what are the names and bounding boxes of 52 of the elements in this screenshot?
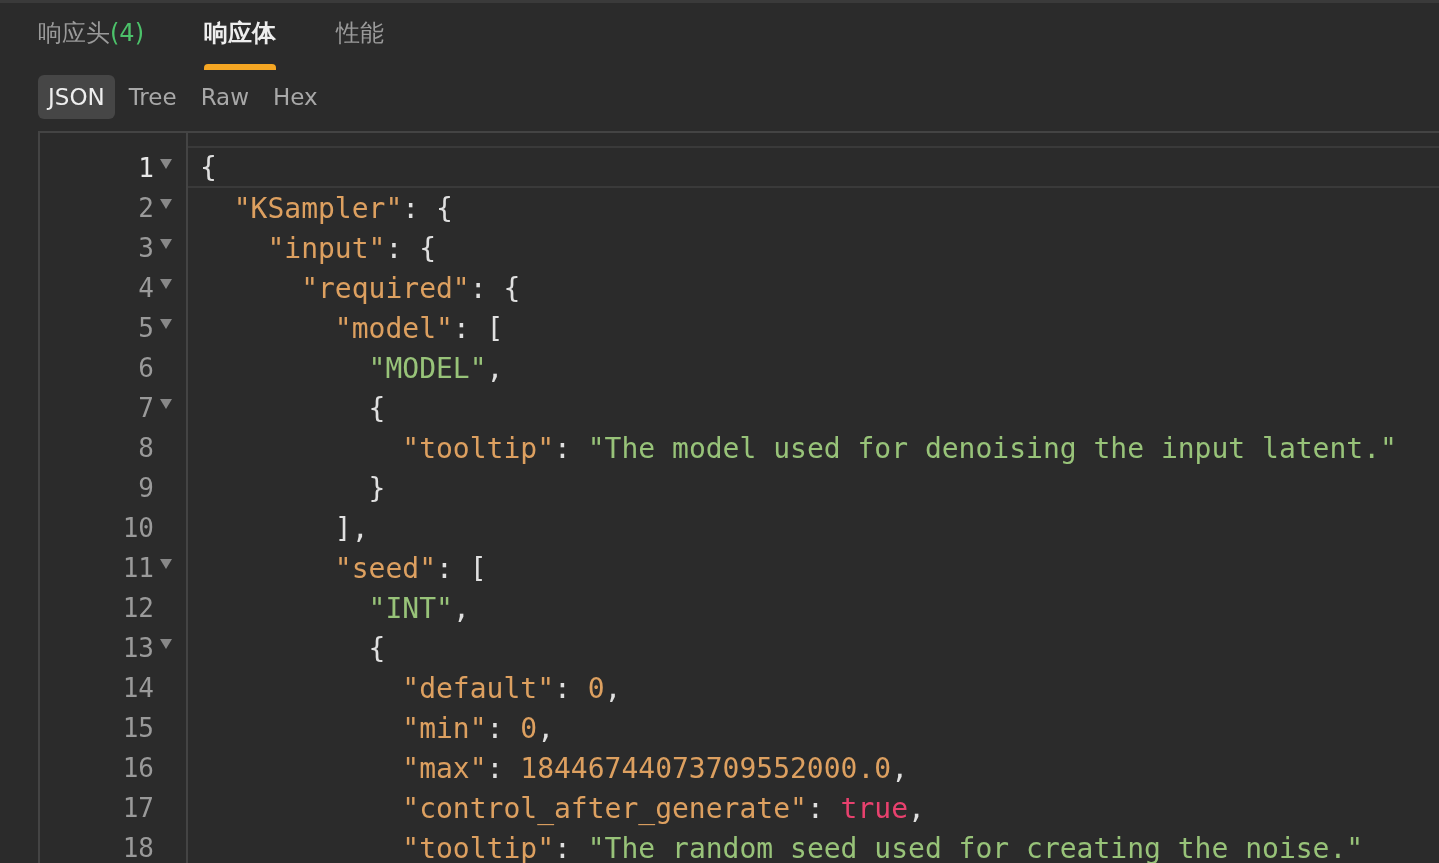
fold-triangle-icon[interactable]: [160, 639, 172, 649]
view-tab[interactable]: JSON: [38, 75, 115, 119]
active-tab-indicator: [204, 64, 276, 70]
line-number: 17: [122, 793, 154, 823]
line-number: 13: [122, 633, 154, 663]
fold-triangle-icon[interactable]: [160, 279, 172, 289]
line-number: 11: [122, 553, 154, 583]
code-line: }: [367, 471, 386, 505]
code-line: ],: [333, 511, 369, 545]
line-number: 10: [122, 513, 154, 543]
code-line: "KSampler": {: [232, 191, 453, 225]
fold-triangle-icon[interactable]: [160, 239, 172, 249]
code-line: "default": 0,: [401, 671, 622, 705]
code-line: "input": {: [266, 231, 436, 265]
fold-triangle-icon[interactable]: [160, 159, 172, 169]
response-tab[interactable]: 性能: [336, 3, 384, 67]
code-line: "seed": [: [333, 551, 487, 585]
response-tab[interactable]: 响应头(4): [38, 3, 144, 67]
code-line: "max": 18446744073709552000.0,: [401, 751, 909, 785]
line-number: 15: [122, 713, 154, 743]
line-number: 12: [122, 593, 154, 623]
line-number: 5: [138, 313, 154, 343]
code-line: "min": 0,: [401, 711, 554, 745]
code-line: "required": {: [300, 271, 521, 305]
view-tab[interactable]: Tree: [118, 75, 187, 119]
line-number: 1: [138, 153, 154, 183]
line-number: 3: [138, 233, 154, 263]
code-line: "model": [: [333, 311, 504, 345]
fold-triangle-icon[interactable]: [160, 399, 172, 409]
code-line: {: [200, 150, 217, 184]
line-number: 9: [138, 473, 154, 503]
line-number: 7: [138, 393, 154, 423]
code-line: "MODEL",: [367, 351, 504, 385]
line-number: 6: [138, 353, 154, 383]
code-line: {: [367, 631, 386, 665]
code-line: {: [367, 391, 386, 425]
code-line: "INT",: [367, 591, 470, 625]
line-number: 8: [138, 433, 154, 463]
line-number: 14: [122, 673, 154, 703]
line-number: 16: [122, 753, 154, 783]
line-number: 4: [138, 273, 154, 303]
fold-triangle-icon[interactable]: [160, 319, 172, 329]
response-tab[interactable]: 响应体: [204, 3, 276, 67]
fold-triangle-icon[interactable]: [160, 199, 172, 209]
code-line: "tooltip": "The model used for denoising the input latent.": [401, 431, 1397, 465]
view-tab[interactable]: Raw: [190, 75, 259, 119]
code-line: "control_after_generate": true,: [401, 791, 925, 825]
fold-triangle-icon[interactable]: [160, 559, 172, 569]
code-line: "tooltip": "The random seed used for creating the noise.": [401, 831, 1364, 863]
view-tab[interactable]: Hex: [263, 75, 328, 119]
line-number: 18: [122, 833, 154, 863]
line-number: 2: [138, 193, 154, 223]
